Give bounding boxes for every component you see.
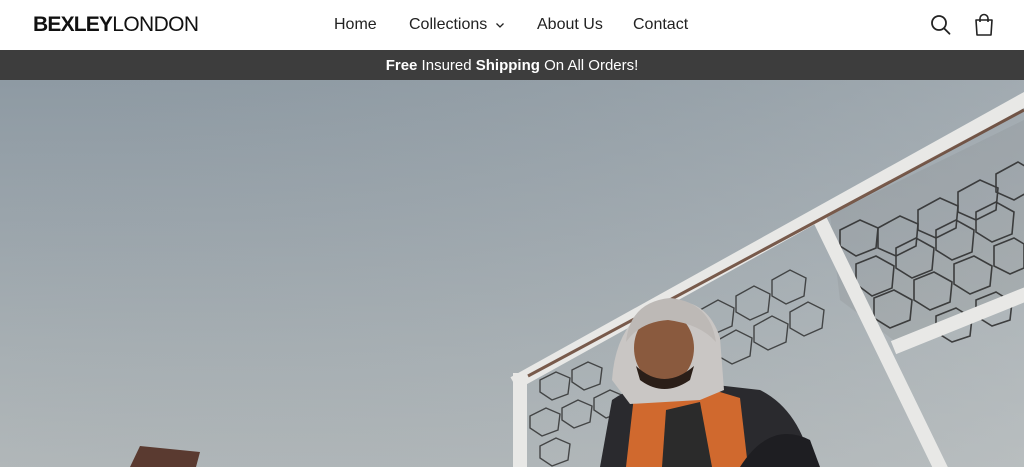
announcement-bar: Free Insured Shipping On All Orders! — [0, 50, 1024, 80]
nav-contact-link[interactable]: Contact — [633, 15, 688, 35]
nav-collections-label: Collections — [409, 16, 488, 33]
hero-banner — [0, 80, 1024, 467]
announcement-shipping: Shipping — [475, 56, 540, 74]
site-header: BEXLEY LONDON Home Collections About Us C… — [0, 0, 1024, 50]
announcement-free: Free — [385, 56, 418, 74]
announcement-text: Free Insured Shipping On All Orders! — [386, 57, 639, 74]
hero-image — [0, 80, 1024, 467]
search-button[interactable] — [930, 13, 952, 37]
cart-button[interactable] — [973, 13, 995, 37]
chevron-down-icon — [496, 23, 505, 28]
nav-collections-dropdown[interactable]: Collections — [409, 15, 505, 35]
main-nav: Home Collections About Us Contact — [0, 0, 1024, 50]
announcement-orders: On All Orders! — [539, 56, 639, 74]
announcement-insured: Insured — [417, 56, 476, 74]
nav-home-link[interactable]: Home — [334, 15, 377, 35]
search-icon — [931, 15, 951, 35]
nav-about-link[interactable]: About Us — [537, 15, 603, 35]
shopping-bag-icon — [975, 13, 993, 36]
